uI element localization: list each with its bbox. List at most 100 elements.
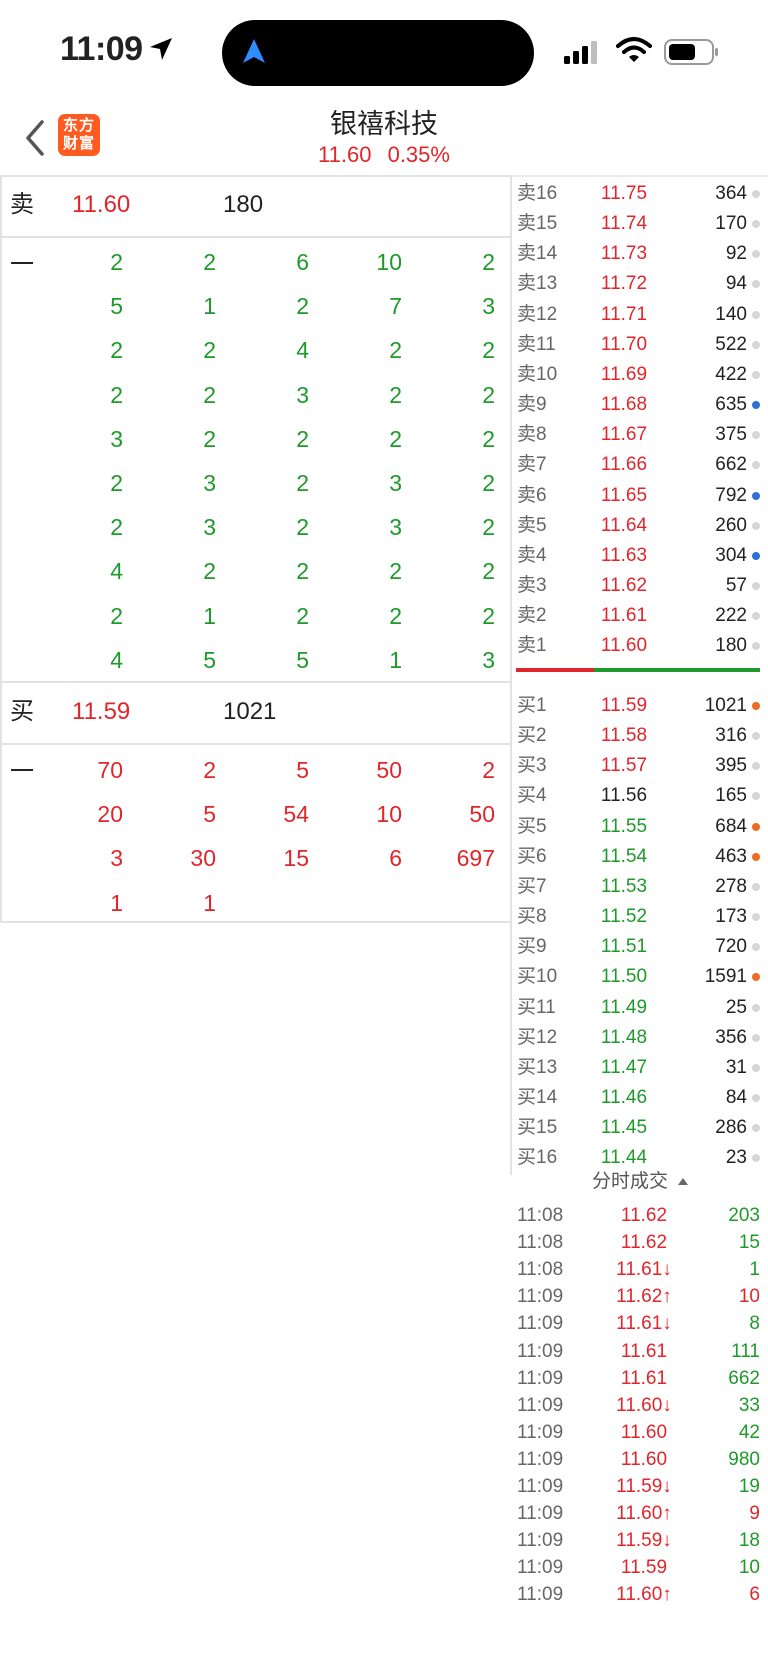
order-indicator-dot	[752, 491, 760, 500]
tick-time: 11:09	[517, 1476, 564, 1497]
order-cell: 7	[389, 293, 402, 320]
ask-level-row[interactable]: 卖11 11.70 522	[512, 330, 768, 360]
tick-trade-row: 11:09 11.61 662	[512, 1365, 768, 1392]
ask-level-row[interactable]: 卖1 11.60 180	[512, 631, 768, 661]
tick-time: 11:09	[517, 1340, 564, 1362]
bid-level-row[interactable]: 买3 11.57 395	[512, 751, 768, 781]
level-price: 11.72	[600, 273, 648, 295]
level-price: 11.64	[600, 514, 648, 536]
level-price: 11.48	[600, 1026, 648, 1048]
level-volume: 94	[725, 273, 747, 295]
level-volume: 395	[715, 755, 747, 777]
order-indicator-dot	[752, 1063, 760, 1072]
tick-trade-row: 11:09 11.61 111	[512, 1338, 768, 1365]
bid-level-row[interactable]: 买8 11.52 173	[512, 902, 768, 932]
level-price: 11.75	[600, 183, 648, 204]
divider	[0, 175, 2, 923]
ask-level-row[interactable]: 卖3 11.62 57	[512, 571, 768, 601]
bid-level-row[interactable]: 买7 11.53 278	[512, 872, 768, 902]
level-price: 11.67	[600, 424, 648, 446]
level-price: 11.47	[600, 1056, 648, 1078]
level-label: 卖12	[517, 303, 558, 325]
ask-level-row[interactable]: 卖2 11.61 222	[512, 601, 768, 631]
level-label: 卖3	[517, 574, 547, 596]
level-price: 11.74	[600, 213, 648, 235]
bid-level-row[interactable]: 买2 11.58 316	[512, 721, 768, 751]
level-volume: 57	[725, 574, 747, 596]
level-price: 11.50	[600, 966, 648, 988]
tick-trades-header[interactable]: 分时成交	[512, 1165, 768, 1199]
bid-level-row[interactable]: 买4 11.56 165	[512, 781, 768, 811]
tick-trade-row: 11:09 11.60↑ 6	[512, 1581, 768, 1608]
order-indicator-dot	[752, 1093, 760, 1102]
bid-level-row[interactable]: 买12 11.48 356	[512, 1023, 768, 1053]
level-label: 卖13	[517, 273, 558, 295]
level-label: 卖15	[517, 213, 558, 235]
order-cell: 30	[190, 845, 216, 872]
ask-level-row[interactable]: 卖10 11.69 422	[512, 360, 768, 390]
ask-level-row[interactable]: 卖14 11.73 92	[512, 239, 768, 269]
level-price: 11.69	[600, 363, 648, 385]
level-volume: 422	[715, 363, 747, 385]
order-indicator-dot	[752, 581, 760, 590]
ask-level-row[interactable]: 卖12 11.71 140	[512, 300, 768, 330]
order-cell: 2	[482, 249, 495, 275]
tick-volume: 1	[749, 1259, 760, 1281]
order-cell: 2	[482, 514, 495, 541]
nav-header: 东方 财富 银禧科技 11.60 0.35%	[0, 100, 768, 174]
order-cell: 10	[376, 801, 402, 828]
bid-level-row[interactable]: 买5 11.55 684	[512, 812, 768, 842]
buy1-volume: 1021	[223, 698, 277, 725]
order-cell: 5	[203, 801, 216, 828]
level-label: 买1	[517, 695, 547, 716]
ask-level-row[interactable]: 卖5 11.64 260	[512, 511, 768, 541]
order-cell: 2	[296, 514, 309, 541]
order-indicator-dot	[752, 702, 760, 710]
level-label: 卖14	[517, 243, 558, 265]
order-cell: 3	[389, 470, 402, 496]
ask-level-row[interactable]: 卖16 11.75 364	[512, 179, 768, 209]
bid-level-row[interactable]: 买6 11.54 463	[512, 842, 768, 872]
ask-level-row[interactable]: 卖4 11.63 304	[512, 541, 768, 571]
bid-level-row[interactable]: 买9 11.51 720	[512, 932, 768, 962]
level-label: 卖16	[517, 183, 558, 204]
ask-level-row[interactable]: 卖15 11.74 170	[512, 209, 768, 239]
level-volume: 84	[725, 1086, 747, 1108]
order-cell: 4	[296, 337, 309, 364]
level-price: 11.59	[600, 695, 648, 716]
bid-level-row[interactable]: 买13 11.47 31	[512, 1053, 768, 1083]
level-label: 卖8	[517, 424, 547, 446]
tick-price: 11.62	[620, 1205, 668, 1226]
bid-level-row[interactable]: 买14 11.46 84	[512, 1083, 768, 1113]
wifi-icon	[616, 37, 652, 62]
order-cell: 2	[110, 249, 123, 275]
order-cell: 2	[482, 337, 495, 364]
order-cell: 2	[203, 558, 216, 585]
order-indicator-dot	[752, 190, 760, 198]
tick-price: 11.59↓	[616, 1530, 672, 1552]
buy1-price: 11.59	[72, 698, 131, 725]
tick-trade-row: 11:08 11.61↓ 1	[512, 1256, 768, 1283]
bid-level-row[interactable]: 买10 11.50 1591	[512, 962, 768, 992]
level-volume: 1591	[704, 966, 747, 988]
level-label: 买10	[517, 966, 558, 988]
tick-time: 11:08	[517, 1259, 564, 1281]
ask-level-row[interactable]: 卖9 11.68 635	[512, 390, 768, 420]
level-label: 卖2	[517, 605, 547, 627]
tick-volume: 8	[749, 1313, 760, 1335]
level-label: 卖9	[517, 394, 547, 416]
ask-level-row[interactable]: 卖13 11.72 94	[512, 269, 768, 299]
ask-level-row[interactable]: 卖8 11.67 375	[512, 420, 768, 450]
level-volume: 165	[715, 785, 747, 807]
order-cell: 2	[296, 425, 309, 452]
bid-level-row[interactable]: 买15 11.45 286	[512, 1113, 768, 1143]
tick-trade-row: 11:09 11.60 42	[512, 1419, 768, 1446]
ask-level-row[interactable]: 卖7 11.66 662	[512, 450, 768, 480]
bid-level-row[interactable]: 买1 11.59 1021	[512, 691, 768, 721]
ask-level-row[interactable]: 卖6 11.65 792	[512, 481, 768, 511]
order-cell: 70	[97, 757, 123, 783]
level-price: 11.56	[600, 785, 648, 807]
order-indicator-dot	[752, 1124, 760, 1133]
bid-level-row[interactable]: 买11 11.49 25	[512, 993, 768, 1023]
order-indicator-dot	[752, 310, 760, 319]
